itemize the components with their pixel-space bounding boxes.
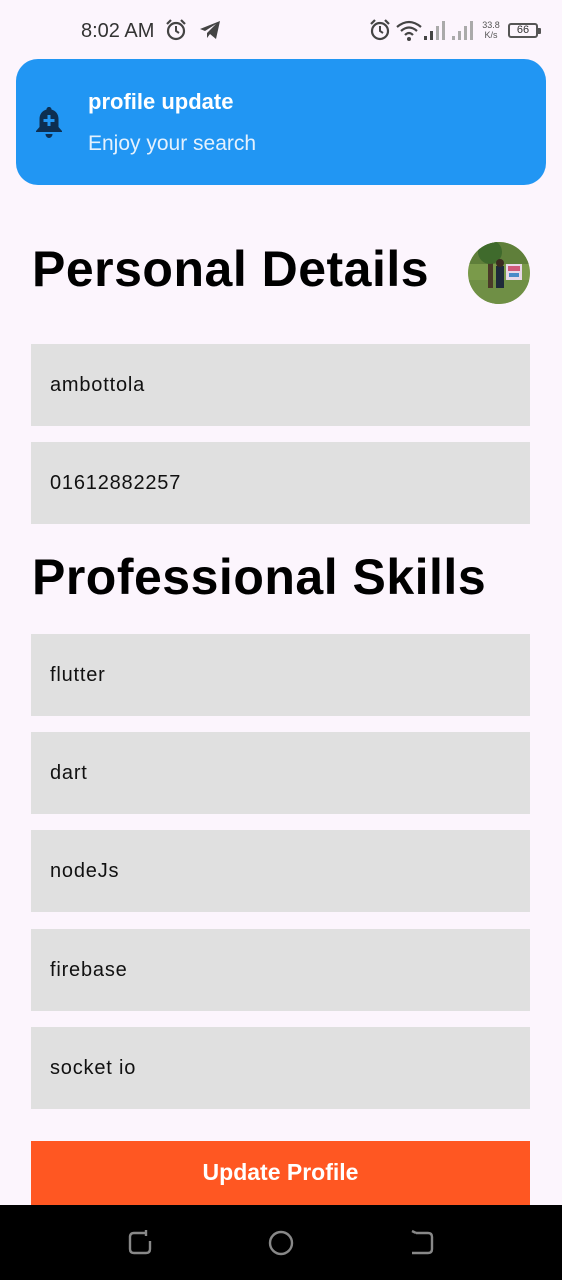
name-field[interactable]: ambottola — [31, 344, 530, 426]
avatar-image — [468, 242, 530, 304]
notification-subtitle: Enjoy your search — [88, 132, 257, 155]
skill-field-dart[interactable]: dart — [31, 732, 530, 814]
notification-title: profile update — [88, 89, 234, 114]
battery-level: 66 — [516, 24, 530, 36]
professional-skills-heading: Professional Skills — [32, 549, 487, 605]
back-icon[interactable] — [408, 1229, 436, 1257]
signal-icon — [452, 21, 473, 40]
notification-banner[interactable]: profile update Enjoy your search — [16, 59, 546, 185]
avatar[interactable] — [468, 242, 530, 304]
skill-value: flutter — [50, 663, 106, 686]
wifi-icon — [396, 20, 422, 41]
skill-field-socket-io[interactable]: socket io — [31, 1027, 530, 1109]
network-speed-value: 33.8 — [482, 20, 500, 30]
skill-value: nodeJs — [50, 859, 120, 882]
recent-apps-icon[interactable] — [126, 1229, 154, 1257]
update-profile-button[interactable]: Update Profile — [31, 1141, 530, 1207]
skill-value: dart — [50, 761, 88, 784]
home-icon[interactable] — [267, 1229, 295, 1257]
bell-plus-icon — [36, 107, 62, 138]
skill-field-flutter[interactable]: flutter — [31, 634, 530, 716]
signal-icon — [424, 21, 445, 40]
skill-value: socket io — [50, 1056, 137, 1079]
status-bar: 8:02 AM 33.8 K/s 66 — [0, 0, 562, 60]
personal-details-heading: Personal Details — [32, 241, 430, 297]
name-value: ambottola — [50, 373, 146, 396]
phone-value: 01612882257 — [50, 471, 182, 494]
skill-value: firebase — [50, 958, 128, 981]
status-time: 8:02 AM — [81, 20, 155, 42]
navigation-bar — [0, 1205, 562, 1280]
battery-icon: 66 — [508, 23, 541, 38]
skill-field-firebase[interactable]: firebase — [31, 929, 530, 1011]
alarm-icon — [370, 19, 390, 41]
network-speed: 33.8 K/s — [480, 20, 502, 40]
telegram-icon — [200, 21, 220, 39]
alarm-icon — [166, 19, 186, 41]
skill-field-nodejs[interactable]: nodeJs — [31, 830, 530, 912]
phone-field[interactable]: 01612882257 — [31, 442, 530, 524]
network-speed-unit: K/s — [484, 30, 498, 40]
